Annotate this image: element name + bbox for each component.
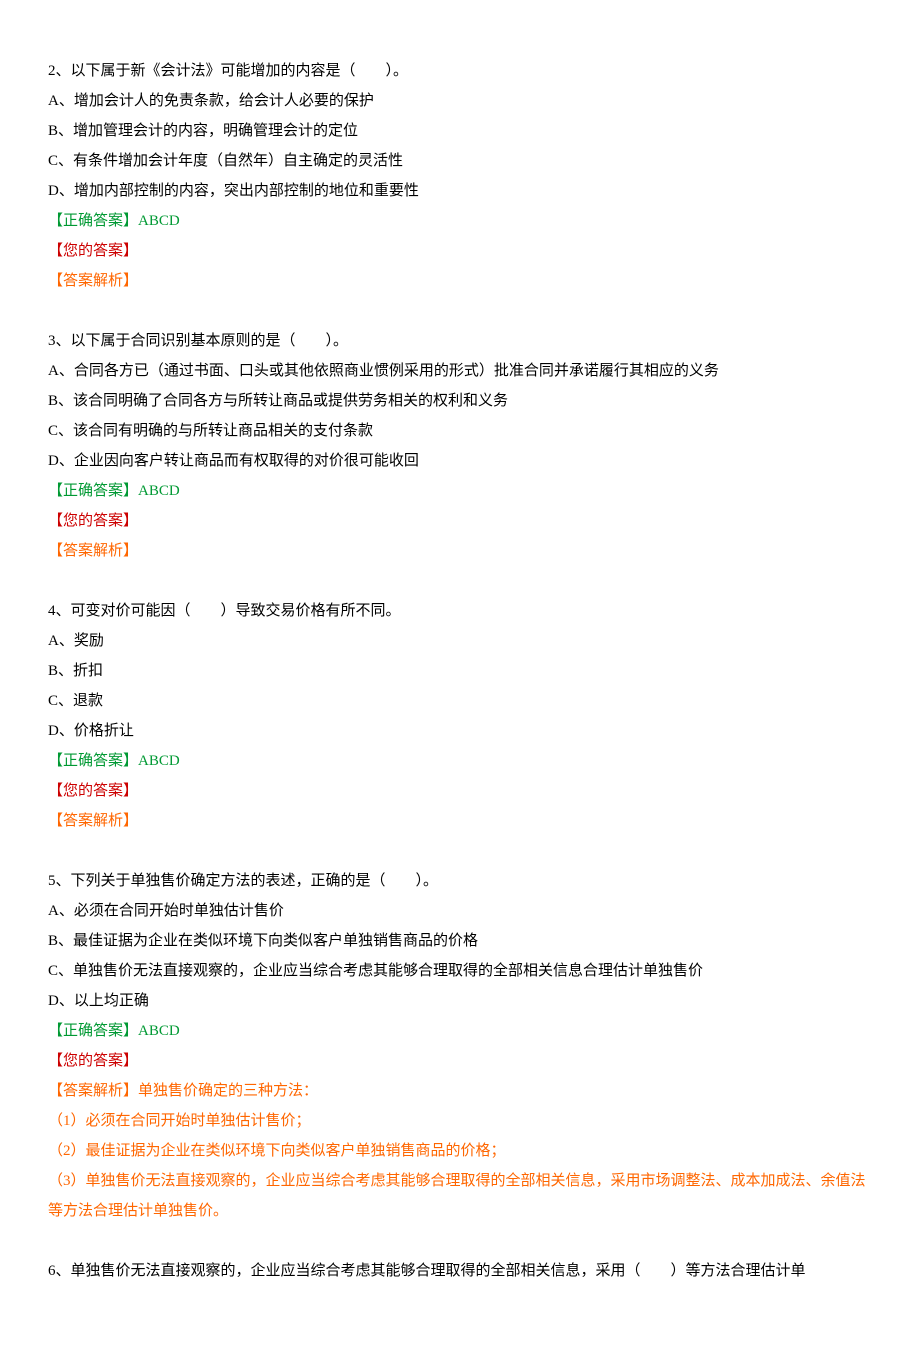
- your-answer-label: 【您的答案】: [48, 1046, 872, 1076]
- question-block: 3、以下属于合同识别基本原则的是（ ）。A、合同各方已（通过书面、口头或其他依照…: [48, 326, 872, 566]
- question-option: C、单独售价无法直接观察的，企业应当综合考虑其能够合理取得的全部相关信息合理估计…: [48, 956, 872, 986]
- your-answer-label: 【您的答案】: [48, 506, 872, 536]
- question-option: C、有条件增加会计年度（自然年）自主确定的灵活性: [48, 146, 872, 176]
- question-option: B、增加管理会计的内容，明确管理会计的定位: [48, 116, 872, 146]
- question-option: A、奖励: [48, 626, 872, 656]
- analysis-text: （2）最佳证据为企业在类似环境下向类似客户单独销售商品的价格；: [48, 1136, 872, 1166]
- correct-answer-value: ABCD: [138, 213, 180, 229]
- correct-answer-line: 【正确答案】ABCD: [48, 1016, 872, 1046]
- correct-answer-label: 【正确答案】: [48, 1023, 138, 1039]
- question-stem: 5、下列关于单独售价确定方法的表述，正确的是（ ）。: [48, 866, 872, 896]
- analysis-text: （3）单独售价无法直接观察的，企业应当综合考虑其能够合理取得的全部相关信息，采用…: [48, 1166, 872, 1226]
- analysis-label: 【答案解析】: [48, 536, 872, 566]
- question-option: D、增加内部控制的内容，突出内部控制的地位和重要性: [48, 176, 872, 206]
- question-stem: 3、以下属于合同识别基本原则的是（ ）。: [48, 326, 872, 356]
- question-option: D、企业因向客户转让商品而有权取得的对价很可能收回: [48, 446, 872, 476]
- question-option: A、合同各方已（通过书面、口头或其他依照商业惯例采用的形式）批准合同并承诺履行其…: [48, 356, 872, 386]
- question-option: A、增加会计人的免责条款，给会计人必要的保护: [48, 86, 872, 116]
- analysis-line: 【答案解析】单独售价确定的三种方法：: [48, 1076, 872, 1106]
- question-stem: 2、以下属于新《会计法》可能增加的内容是（ ）。: [48, 56, 872, 86]
- correct-answer-value: ABCD: [138, 1023, 180, 1039]
- question-option: B、最佳证据为企业在类似环境下向类似客户单独销售商品的价格: [48, 926, 872, 956]
- question-block: 6、单独售价无法直接观察的，企业应当综合考虑其能够合理取得的全部相关信息，采用（…: [48, 1256, 872, 1286]
- correct-answer-label: 【正确答案】: [48, 753, 138, 769]
- analysis-label: 【答案解析】: [48, 806, 872, 836]
- correct-answer-value: ABCD: [138, 753, 180, 769]
- correct-answer-label: 【正确答案】: [48, 213, 138, 229]
- question-option: C、退款: [48, 686, 872, 716]
- correct-answer-line: 【正确答案】ABCD: [48, 746, 872, 776]
- question-stem: 6、单独售价无法直接观察的，企业应当综合考虑其能够合理取得的全部相关信息，采用（…: [48, 1256, 872, 1286]
- question-option: D、以上均正确: [48, 986, 872, 1016]
- question-option: D、价格折让: [48, 716, 872, 746]
- correct-answer-line: 【正确答案】ABCD: [48, 476, 872, 506]
- question-block: 2、以下属于新《会计法》可能增加的内容是（ ）。A、增加会计人的免责条款，给会计…: [48, 56, 872, 296]
- correct-answer-value: ABCD: [138, 483, 180, 499]
- question-option: B、折扣: [48, 656, 872, 686]
- analysis-label: 【答案解析】: [48, 266, 872, 296]
- question-option: A、必须在合同开始时单独估计售价: [48, 896, 872, 926]
- your-answer-label: 【您的答案】: [48, 776, 872, 806]
- question-stem: 4、可变对价可能因（ ）导致交易价格有所不同。: [48, 596, 872, 626]
- question-option: B、该合同明确了合同各方与所转让商品或提供劳务相关的权利和义务: [48, 386, 872, 416]
- analysis-text: （1）必须在合同开始时单独估计售价；: [48, 1106, 872, 1136]
- analysis-label: 【答案解析】: [48, 1083, 138, 1099]
- question-option: C、该合同有明确的与所转让商品相关的支付条款: [48, 416, 872, 446]
- question-block: 5、下列关于单独售价确定方法的表述，正确的是（ ）。A、必须在合同开始时单独估计…: [48, 866, 872, 1226]
- analysis-text: 单独售价确定的三种方法：: [138, 1083, 318, 1099]
- your-answer-label: 【您的答案】: [48, 236, 872, 266]
- question-block: 4、可变对价可能因（ ）导致交易价格有所不同。A、奖励B、折扣C、退款D、价格折…: [48, 596, 872, 836]
- correct-answer-label: 【正确答案】: [48, 483, 138, 499]
- correct-answer-line: 【正确答案】ABCD: [48, 206, 872, 236]
